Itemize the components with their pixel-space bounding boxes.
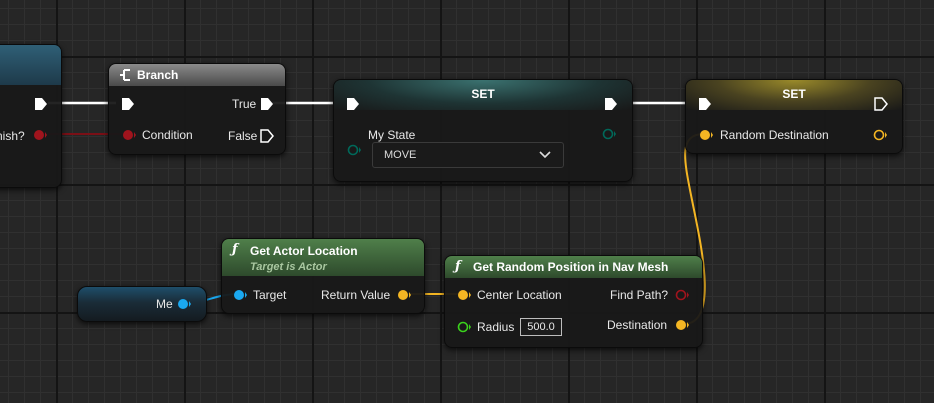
partial-node-header [0,45,61,85]
condition-label: Condition [142,128,193,142]
false-exec-out-pin[interactable] [260,129,274,143]
my-state-label: My State [368,128,416,142]
self-node[interactable]: Me [77,286,207,322]
set-random-destination-node[interactable]: SET Random Destination [685,79,903,154]
true-exec-out-pin[interactable] [260,97,274,111]
get-actor-location-subtitle: Target is Actor [250,261,327,273]
exec-out-pin[interactable] [874,97,888,111]
function-icon: ƒ [455,259,461,274]
my-state-dropdown-value: MOVE [384,149,417,161]
find-path-pin[interactable] [674,288,690,302]
radius-pin[interactable] [456,320,472,334]
return-value-label: Return Value [321,288,391,302]
exec-out-pin[interactable] [604,97,618,111]
branch-icon [120,69,130,81]
center-location-label: Center Location [477,288,562,302]
destination-label: Destination [607,318,668,332]
center-location-pin[interactable] [456,288,472,302]
chevron-down-icon [539,151,551,159]
get-actor-location-header: ƒ Get Actor Location Target is Actor [222,239,424,276]
vector-out-pin[interactable] [872,128,888,142]
random-destination-label: Random Destination [720,128,829,142]
nav-mesh-node[interactable]: ƒ Get Random Position in Nav Mesh Center… [444,255,703,348]
exec-in-pin[interactable] [346,97,360,111]
enum-in-pin[interactable] [346,143,362,157]
radius-input[interactable]: 500.0 [520,318,562,336]
self-out-pin[interactable] [176,297,192,311]
false-label: False [228,129,258,143]
set-my-state-title: SET [471,87,495,101]
nav-mesh-title: Get Random Position in Nav Mesh [473,260,669,274]
get-actor-location-node[interactable]: ƒ Get Actor Location Target is Actor Tar… [221,238,425,314]
condition-output-label: nish? [0,129,25,143]
exec-in-pin[interactable] [121,97,135,111]
return-value-pin[interactable] [396,288,412,302]
set-random-destination-header: SET [686,80,902,110]
exec-in-pin[interactable] [698,97,712,111]
function-icon: ƒ [232,242,238,257]
set-my-state-node[interactable]: SET My State MOVE [333,79,633,182]
condition-pin[interactable] [121,128,137,142]
target-pin[interactable] [232,288,248,302]
destination-pin[interactable] [674,318,690,332]
my-state-dropdown[interactable]: MOVE [372,142,564,168]
enum-out-pin[interactable] [601,127,617,141]
branch-title: Branch [137,68,179,82]
partial-node[interactable]: nish? [0,44,62,188]
branch-node[interactable]: Branch Condition True False [108,63,286,155]
radius-label: Radius [477,320,515,334]
true-label: True [232,97,257,111]
set-my-state-header: SET [334,80,632,110]
set-random-destination-title: SET [782,87,806,101]
get-actor-location-title: Get Actor Location [250,244,358,258]
branch-node-header: Branch [109,64,285,86]
self-label: Me [156,297,173,311]
exec-out-pin[interactable] [34,97,48,111]
target-label: Target [253,288,287,302]
vector-in-pin[interactable] [698,128,714,142]
find-path-label: Find Path? [610,288,669,302]
bool-out-pin[interactable] [33,128,47,142]
nav-mesh-header: ƒ Get Random Position in Nav Mesh [445,256,702,278]
